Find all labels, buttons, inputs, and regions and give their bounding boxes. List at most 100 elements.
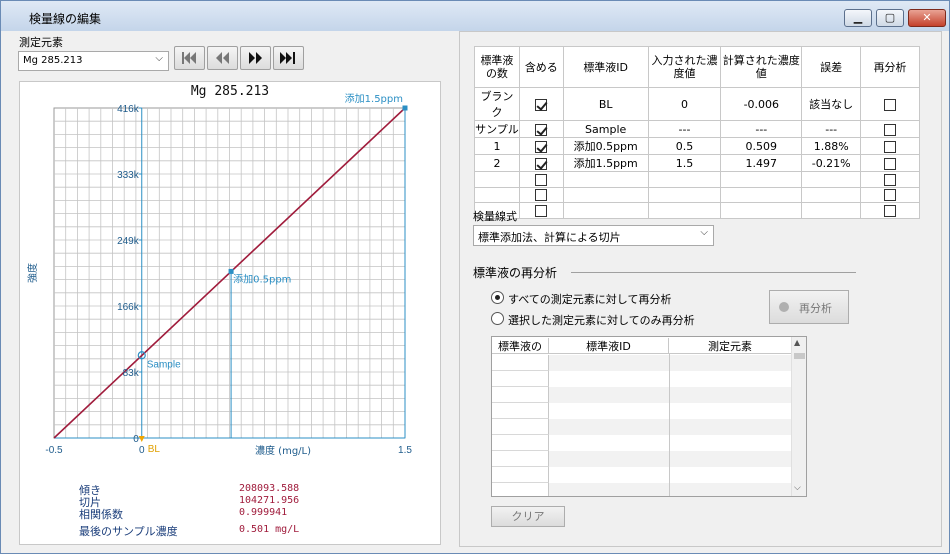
reanalyze-all-radio[interactable] (491, 291, 504, 304)
cell-input-conc (647, 171, 722, 188)
y-tick-label: 416k (117, 104, 140, 115)
cell-standard-count: 1 (474, 137, 520, 155)
include-checkbox[interactable] (535, 123, 548, 136)
cell-standard-id (562, 171, 649, 188)
list-header-standard-id: 標準液ID (549, 338, 669, 353)
list-header-standard: 標準液の (492, 338, 549, 353)
blank-marker (138, 436, 145, 442)
cell-calc-conc (720, 171, 803, 188)
reanalyze-checkbox[interactable] (884, 173, 897, 186)
reanalysis-list-header: 標準液の 標準液ID 測定元素 (492, 337, 792, 354)
next-button[interactable] (240, 46, 271, 70)
rewind-icon (216, 52, 229, 64)
table-row[interactable]: 1 添加0.5ppm 0.5 0.509 1.88% (474, 137, 920, 155)
scroll-down-icon: ⌵ (794, 483, 801, 493)
reanalyze-checkbox[interactable] (884, 157, 897, 170)
table-row[interactable]: 2 添加1.5ppm 1.5 1.497 -0.21% (474, 154, 920, 172)
skip-last-icon (280, 52, 295, 64)
clear-button[interactable]: クリア (491, 506, 565, 527)
cell-standard-count: サンプル (474, 120, 520, 138)
list-scrollbar[interactable]: ▲ ⌵ (791, 337, 806, 496)
include-checkbox[interactable] (535, 140, 548, 153)
maximize-button[interactable]: ▢ (876, 9, 904, 27)
reanalyze-checkbox[interactable] (884, 98, 897, 111)
reanalysis-list[interactable]: 標準液の 標準液ID 測定元素 ▲ ⌵ (491, 336, 807, 497)
maximize-icon: ▢ (884, 11, 896, 24)
minimize-button[interactable]: ▁ (844, 9, 872, 27)
include-cell (518, 87, 564, 121)
standard-point-label: 添加0.5ppm (233, 272, 291, 285)
reanalyze-button-label: 再分析 (799, 302, 832, 315)
reanalyze-selected-label: 選択した測定元素に対してのみ再分析 (508, 314, 695, 327)
reanalyze-cell (860, 154, 920, 172)
include-checkbox[interactable] (535, 204, 548, 217)
cell-standard-id (562, 202, 649, 219)
minimize-icon: ▁ (853, 11, 863, 24)
cell-error (801, 202, 862, 219)
reanalyze-checkbox[interactable] (884, 123, 897, 136)
cell-input-conc: 0 (647, 87, 722, 121)
include-cell (518, 137, 564, 155)
table-row[interactable] (474, 186, 920, 203)
include-checkbox[interactable] (535, 157, 548, 170)
calibration-chart: 0 83k 166k 249k 333k 416k -0.5 0 1.5 Mg 285.213 濃度… (26, 84, 412, 457)
include-cell (518, 202, 564, 219)
reanalyze-cell (860, 87, 920, 121)
cell-calc-conc: 1.497 (720, 154, 803, 172)
include-checkbox[interactable] (535, 189, 548, 202)
chevron-down-icon: ⌵ (155, 53, 163, 64)
x-axis-label: 濃度 (mg/L) (255, 444, 311, 457)
include-checkbox[interactable] (535, 173, 548, 186)
cell-standard-id (562, 186, 649, 203)
header-error: 誤差 (801, 46, 862, 88)
include-cell (518, 171, 564, 188)
table-row[interactable]: ブランク BL 0 -0.006 該当なし (474, 87, 920, 121)
reanalyze-button[interactable]: 再分析 (769, 290, 849, 324)
y-tick-label: 0 (133, 434, 139, 445)
group-divider (571, 272, 856, 273)
standard-point-label: 添加1.5ppm (345, 92, 403, 105)
list-header-element: 測定元素 (669, 338, 792, 353)
first-button[interactable] (174, 46, 205, 70)
reanalyze-checkbox[interactable] (884, 140, 897, 153)
cell-standard-count: 2 (474, 154, 520, 172)
element-select-value: Mg 285.213 (23, 55, 83, 66)
cell-error: -0.21% (801, 154, 862, 172)
element-select[interactable]: Mg 285.213 ⌵ (18, 51, 169, 71)
chevron-down-icon: ⌵ (700, 227, 708, 238)
element-label: 測定元素 (19, 36, 63, 49)
include-checkbox[interactable] (535, 98, 548, 111)
cell-error: 1.88% (801, 137, 862, 155)
title-bar: 検量線の編集 ▁ ▢ ✕ (1, 1, 949, 31)
reanalyze-checkbox[interactable] (884, 189, 897, 202)
reanalyze-selected-radio[interactable] (491, 312, 504, 325)
clear-button-label: クリア (511, 510, 545, 523)
table-row[interactable] (474, 171, 920, 188)
calibration-edit-window: 検量線の編集 ▁ ▢ ✕ 測定元素 Mg 285.213 ⌵ 0 83k 166k 2… (0, 0, 950, 554)
table-row[interactable]: サンプル Sample --- --- --- (474, 120, 920, 138)
cell-input-conc: 1.5 (647, 154, 722, 172)
fast-forward-icon (249, 52, 262, 64)
reanalyze-cell (860, 137, 920, 155)
list-row-header (492, 387, 549, 403)
scrollbar-thumb[interactable] (794, 353, 805, 359)
standard-point (228, 268, 234, 274)
cell-calc-conc: 0.509 (720, 137, 803, 155)
cell-standard-id: BL (562, 87, 649, 121)
list-row-header (492, 355, 549, 371)
close-button[interactable]: ✕ (908, 9, 946, 27)
reanalyze-checkbox[interactable] (884, 204, 897, 217)
table-row[interactable] (474, 202, 920, 219)
include-cell (518, 120, 564, 138)
method-label: 検量線式 (473, 210, 517, 223)
cell-error: --- (801, 120, 862, 138)
cell-error (801, 186, 862, 203)
method-select[interactable]: 標準添加法、計算による切片 ⌵ (473, 225, 714, 246)
stat-value: 208093.588 (239, 483, 300, 494)
y-tick-label: 333k (117, 170, 140, 181)
stat-label: 相関係数 (79, 508, 123, 521)
standards-table-body: ブランク BL 0 -0.006 該当なし サンプル Sample --- --- --- 1 添加0… (474, 87, 920, 219)
cell-standard-id: Sample (562, 120, 649, 138)
last-button[interactable] (273, 46, 304, 70)
previous-button[interactable] (207, 46, 238, 70)
